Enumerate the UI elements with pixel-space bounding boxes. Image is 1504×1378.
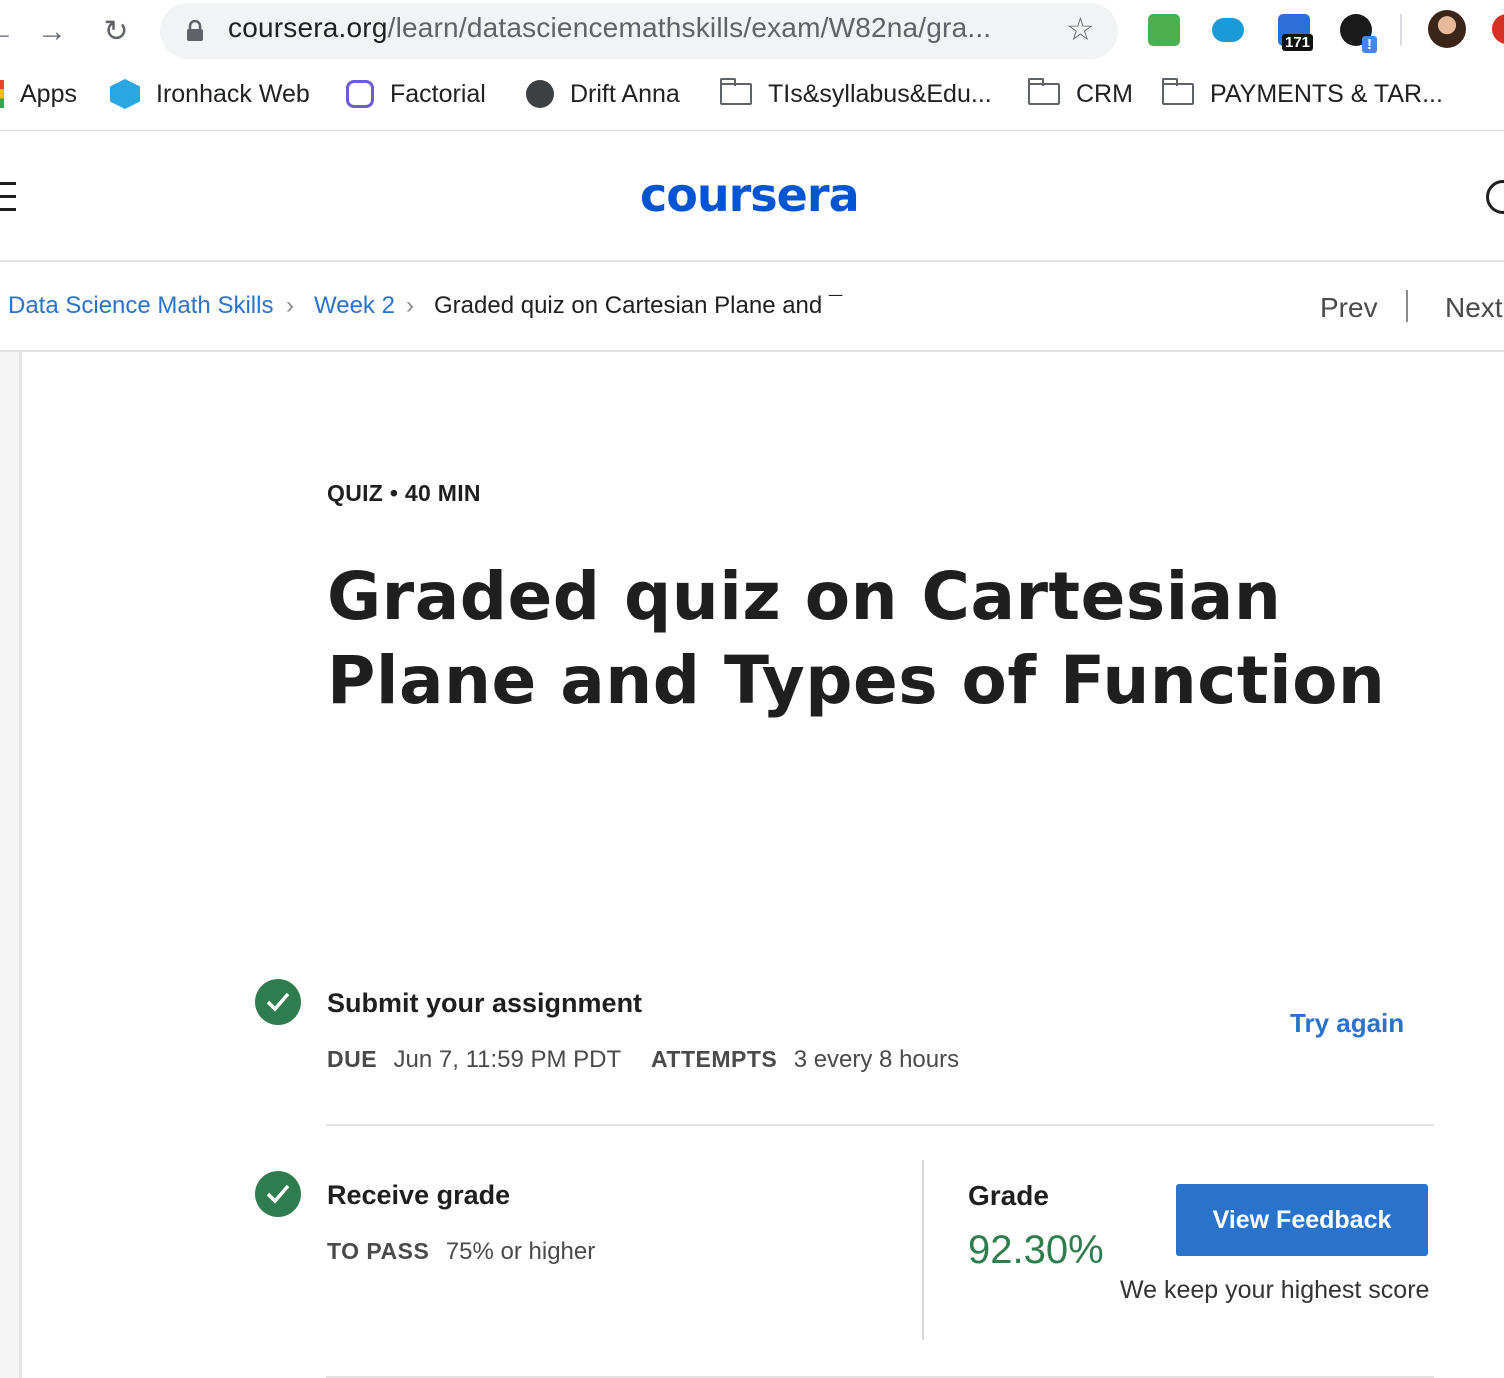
- submit-heading: Submit your assignment: [327, 988, 643, 1018]
- forward-icon[interactable]: →: [32, 12, 72, 52]
- bookmark-star-icon[interactable]: ☆: [1066, 10, 1095, 48]
- salesforce-extension-icon[interactable]: [1212, 18, 1244, 42]
- extension-badge: 171: [1282, 34, 1314, 51]
- breadcrumb-course[interactable]: Data Science Math Skills: [8, 292, 273, 320]
- breadcrumb-current: Graded quiz on Cartesian Plane and ¯: [434, 292, 843, 319]
- extension-alert-badge: !: [1362, 36, 1377, 53]
- check-circle-icon: [255, 1171, 301, 1217]
- url-path: /learn/datasciencemathskills/exam/W82na/…: [387, 12, 992, 43]
- bookmark-folder-crm[interactable]: CRM: [1028, 78, 1133, 110]
- bookmark-label: CRM: [1076, 79, 1133, 108]
- breadcrumb-week[interactable]: Week 2: [314, 292, 395, 320]
- highest-score-note: We keep your highest score: [1120, 1276, 1430, 1304]
- grade-label: Grade: [968, 1180, 1049, 1211]
- folder-icon: [1162, 78, 1194, 105]
- view-feedback-button[interactable]: View Feedback: [1176, 1184, 1428, 1256]
- bookmark-apps[interactable]: Apps: [0, 78, 77, 110]
- page-title: Graded quiz on Cartesian Plane and Types…: [327, 558, 1386, 719]
- chevron-right-icon: ›: [286, 292, 294, 319]
- lightning-extension-icon[interactable]: !: [1340, 14, 1377, 53]
- try-again-button[interactable]: Try again: [1290, 1008, 1404, 1039]
- to-pass-label: TO PASS: [327, 1238, 430, 1264]
- bookmark-label: Drift Anna: [570, 79, 680, 108]
- apps-grid-icon: [0, 80, 4, 108]
- bookmark-drift-anna[interactable]: Drift Anna: [526, 78, 680, 110]
- ironhack-icon: [110, 79, 140, 109]
- bookmark-label: TIs&syllabus&Edu...: [768, 79, 992, 108]
- bookmark-folder-tis[interactable]: TIs&syllabus&Edu...: [720, 78, 992, 110]
- folder-icon: [1028, 78, 1060, 105]
- grade-divider: [922, 1160, 924, 1340]
- coursera-logo[interactable]: coursera: [640, 168, 860, 222]
- bookmark-label: Apps: [20, 79, 77, 108]
- bookmark-label: Ironhack Web: [156, 79, 310, 108]
- section-divider: [326, 1124, 1434, 1126]
- lock-icon: [187, 20, 203, 41]
- check-circle-icon: [255, 979, 301, 1025]
- menu-icon[interactable]: [0, 182, 16, 212]
- pandadoc-extension-icon[interactable]: [1148, 14, 1180, 46]
- chevron-right-icon: ›: [406, 292, 414, 319]
- url-text[interactable]: coursera.org/learn/datasciencemathskills…: [228, 12, 991, 44]
- nav-separator: [1406, 290, 1408, 322]
- bookmark-factorial[interactable]: Factorial: [346, 78, 486, 110]
- toolbar-separator: [1400, 14, 1402, 46]
- due-label: DUE: [327, 1046, 378, 1072]
- grade-value: 92.30%: [968, 1228, 1104, 1272]
- quiz-kicker: QUIZ • 40 MIN: [327, 480, 481, 506]
- due-value: Jun 7, 11:59 PM PDT: [393, 1046, 622, 1073]
- url-host: coursera.org: [228, 12, 388, 43]
- search-icon[interactable]: [1486, 180, 1504, 214]
- profile-avatar[interactable]: [1428, 10, 1466, 48]
- globe-icon: [526, 80, 554, 108]
- folder-icon: [720, 78, 752, 105]
- to-pass-row: TO PASS 75% or higher: [327, 1238, 595, 1266]
- prev-link[interactable]: Prev: [1320, 292, 1378, 324]
- bookmark-label: Factorial: [390, 79, 486, 108]
- reload-icon[interactable]: ↻: [96, 12, 136, 52]
- bookmark-label: PAYMENTS & TAR...: [1210, 79, 1443, 108]
- next-link[interactable]: Next: [1445, 292, 1503, 324]
- receive-heading: Receive grade: [327, 1180, 511, 1210]
- due-row: DUE Jun 7, 11:59 PM PDT: [327, 1046, 621, 1074]
- attempts-value: 3 every 8 hours: [793, 1046, 960, 1073]
- attempts-label: ATTEMPTS: [651, 1046, 778, 1072]
- left-sidebar-rail: [0, 352, 22, 1378]
- attempts-row: ATTEMPTS 3 every 8 hours: [651, 1046, 959, 1074]
- bookmark-ironhack-web[interactable]: Ironhack Web: [110, 78, 310, 110]
- factorial-icon: [346, 80, 374, 108]
- to-pass-value: 75% or higher: [445, 1238, 596, 1265]
- calendar-extension-icon[interactable]: 171: [1278, 14, 1314, 51]
- bookmark-folder-payments[interactable]: PAYMENTS & TAR...: [1162, 78, 1443, 110]
- back-icon[interactable]: ←: [0, 12, 20, 52]
